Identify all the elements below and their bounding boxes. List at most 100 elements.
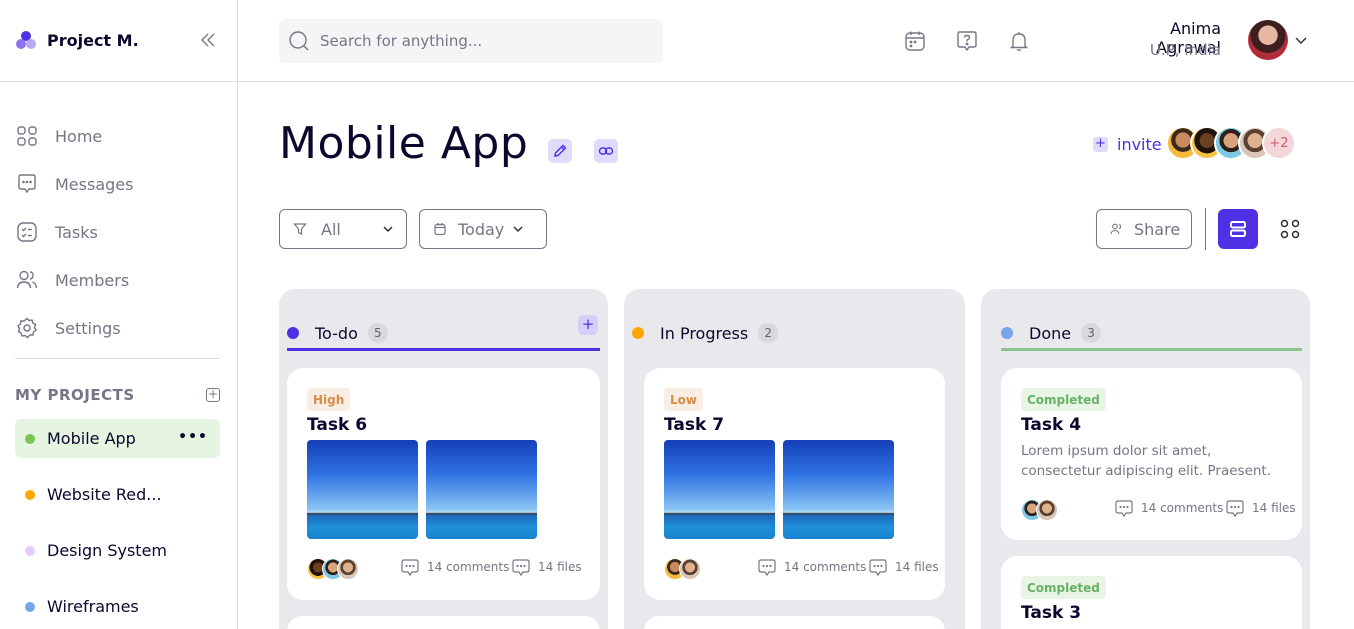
task-title: Task 6 (307, 415, 368, 435)
nav-item-messages[interactable]: Messages (15, 160, 237, 208)
share-label: Share (1134, 219, 1181, 239)
project-item-design-system[interactable]: Design System (15, 531, 220, 570)
task-description: Lorem ipsum dolor sit amet, consectetur … (1021, 443, 1272, 479)
task-card[interactable] (287, 616, 600, 629)
project-color-dot (25, 545, 35, 556)
task-card[interactable]: High Task 6 14 comments 14 files (287, 368, 600, 600)
comments-label: 14 comments (784, 560, 867, 574)
column-name: To-do (315, 323, 358, 343)
task-title: Task 4 (1021, 415, 1082, 435)
comments-count[interactable]: 14 comments (400, 557, 509, 577)
task-image (307, 440, 418, 539)
files-count[interactable]: 14 files (868, 557, 939, 577)
task-card[interactable]: Completed Task 4 Lorem ipsum dolor sit a… (1001, 368, 1302, 540)
status-dot (1001, 327, 1013, 339)
comment-icon (1115, 500, 1133, 518)
chevron-down-icon (383, 226, 393, 233)
project-label: Wireframes (47, 597, 139, 616)
share-button[interactable]: Share (1096, 209, 1192, 249)
column-done: Done 3 Completed Task 4 Lorem ipsum dolo… (981, 289, 1310, 629)
share-users-icon (1110, 223, 1122, 235)
add-project-button[interactable]: + (206, 388, 220, 402)
user-location: U.P, India (1149, 41, 1221, 59)
status-badge: Completed (1021, 388, 1106, 411)
collapse-sidebar-icon[interactable] (198, 30, 218, 50)
members-icon (16, 270, 38, 289)
notification-bell-icon[interactable] (1007, 29, 1031, 53)
files-count[interactable]: 14 files (511, 557, 582, 577)
invite-label: invite (1117, 135, 1162, 154)
files-count[interactable]: 14 files (1225, 498, 1296, 518)
brand-name: Project M. (47, 31, 139, 50)
nav-item-tasks[interactable]: Tasks (15, 208, 237, 256)
date-dropdown[interactable]: Today (419, 209, 547, 249)
count-badge: 5 (367, 323, 388, 343)
status-dot (287, 327, 299, 339)
nav-label: Members (55, 270, 130, 290)
nav-item-settings[interactable]: Settings (15, 304, 237, 352)
nav-item-home[interactable]: Home (15, 112, 237, 160)
chevron-down-icon[interactable] (1294, 33, 1308, 47)
project-label: Design System (47, 541, 167, 560)
more-options-icon[interactable]: ••• (178, 429, 208, 445)
comments-label: 14 comments (1141, 501, 1224, 515)
file-icon (869, 559, 887, 577)
file-icon (512, 559, 530, 577)
list-view-button[interactable] (1218, 209, 1258, 249)
assignee-avatars (664, 558, 701, 580)
priority-badge: High (307, 388, 351, 411)
task-title: Task 3 (1021, 603, 1082, 623)
column-in-progress: In Progress 2 Low Task 7 14 comments 14 … (624, 289, 965, 629)
task-card[interactable] (644, 616, 945, 629)
nav-item-members[interactable]: Members (15, 256, 237, 304)
column-header: In Progress 2 (632, 313, 945, 353)
count-badge: 2 (758, 323, 779, 343)
assignee-avatars (1021, 499, 1058, 521)
column-header: To-do 5 + (287, 313, 600, 353)
grid-view-icon[interactable] (1278, 217, 1302, 241)
file-icon (1226, 500, 1244, 518)
column-underline (644, 348, 945, 351)
plus-icon: + (1093, 137, 1108, 152)
brand: Project M. (0, 0, 237, 82)
filter-dropdown[interactable]: All (279, 209, 407, 249)
add-task-button[interactable]: + (578, 315, 598, 335)
user-avatar[interactable] (1248, 20, 1288, 60)
invite-button[interactable]: + invite (1093, 135, 1162, 154)
search-bar[interactable] (279, 19, 663, 63)
top-header: Anima Agrawal U.P, India (238, 0, 1354, 82)
help-icon[interactable] (955, 29, 979, 53)
task-image (783, 440, 894, 539)
filter-label: All (321, 219, 341, 239)
home-icon (17, 126, 37, 146)
nav-label: Tasks (55, 222, 98, 242)
project-color-dot (25, 489, 35, 500)
avatar (1036, 499, 1058, 521)
project-item-website-redesign[interactable]: Website Red... (15, 475, 220, 514)
project-label: Website Red... (47, 485, 162, 504)
logo (16, 30, 38, 52)
task-image (426, 440, 537, 539)
files-label: 14 files (538, 560, 582, 574)
messages-icon (18, 174, 36, 194)
column-name: Done (1029, 323, 1072, 343)
task-card[interactable]: Low Task 7 14 comments 14 files (644, 368, 945, 600)
column-underline (287, 348, 600, 351)
search-input[interactable] (320, 32, 640, 50)
team-avatars[interactable]: +2 (1166, 126, 1296, 160)
project-item-wireframes[interactable]: Wireframes (15, 587, 220, 626)
nav-label: Messages (55, 174, 134, 194)
project-item-mobile-app[interactable]: Mobile App ••• (15, 419, 220, 458)
pencil-icon (554, 144, 567, 157)
comments-count[interactable]: 14 comments (757, 557, 866, 577)
main-nav: Home Messages Tasks Members Settings (0, 82, 237, 352)
edit-title-button[interactable] (548, 139, 572, 163)
comments-count[interactable]: 14 comments (1114, 498, 1223, 518)
copy-link-button[interactable] (594, 139, 618, 163)
date-label: Today (458, 219, 505, 239)
task-card[interactable]: Completed Task 3 (1001, 556, 1302, 629)
calendar-icon[interactable] (903, 29, 927, 53)
task-image (664, 440, 775, 539)
calendar-icon (434, 223, 446, 236)
list-view-icon (1230, 221, 1246, 237)
